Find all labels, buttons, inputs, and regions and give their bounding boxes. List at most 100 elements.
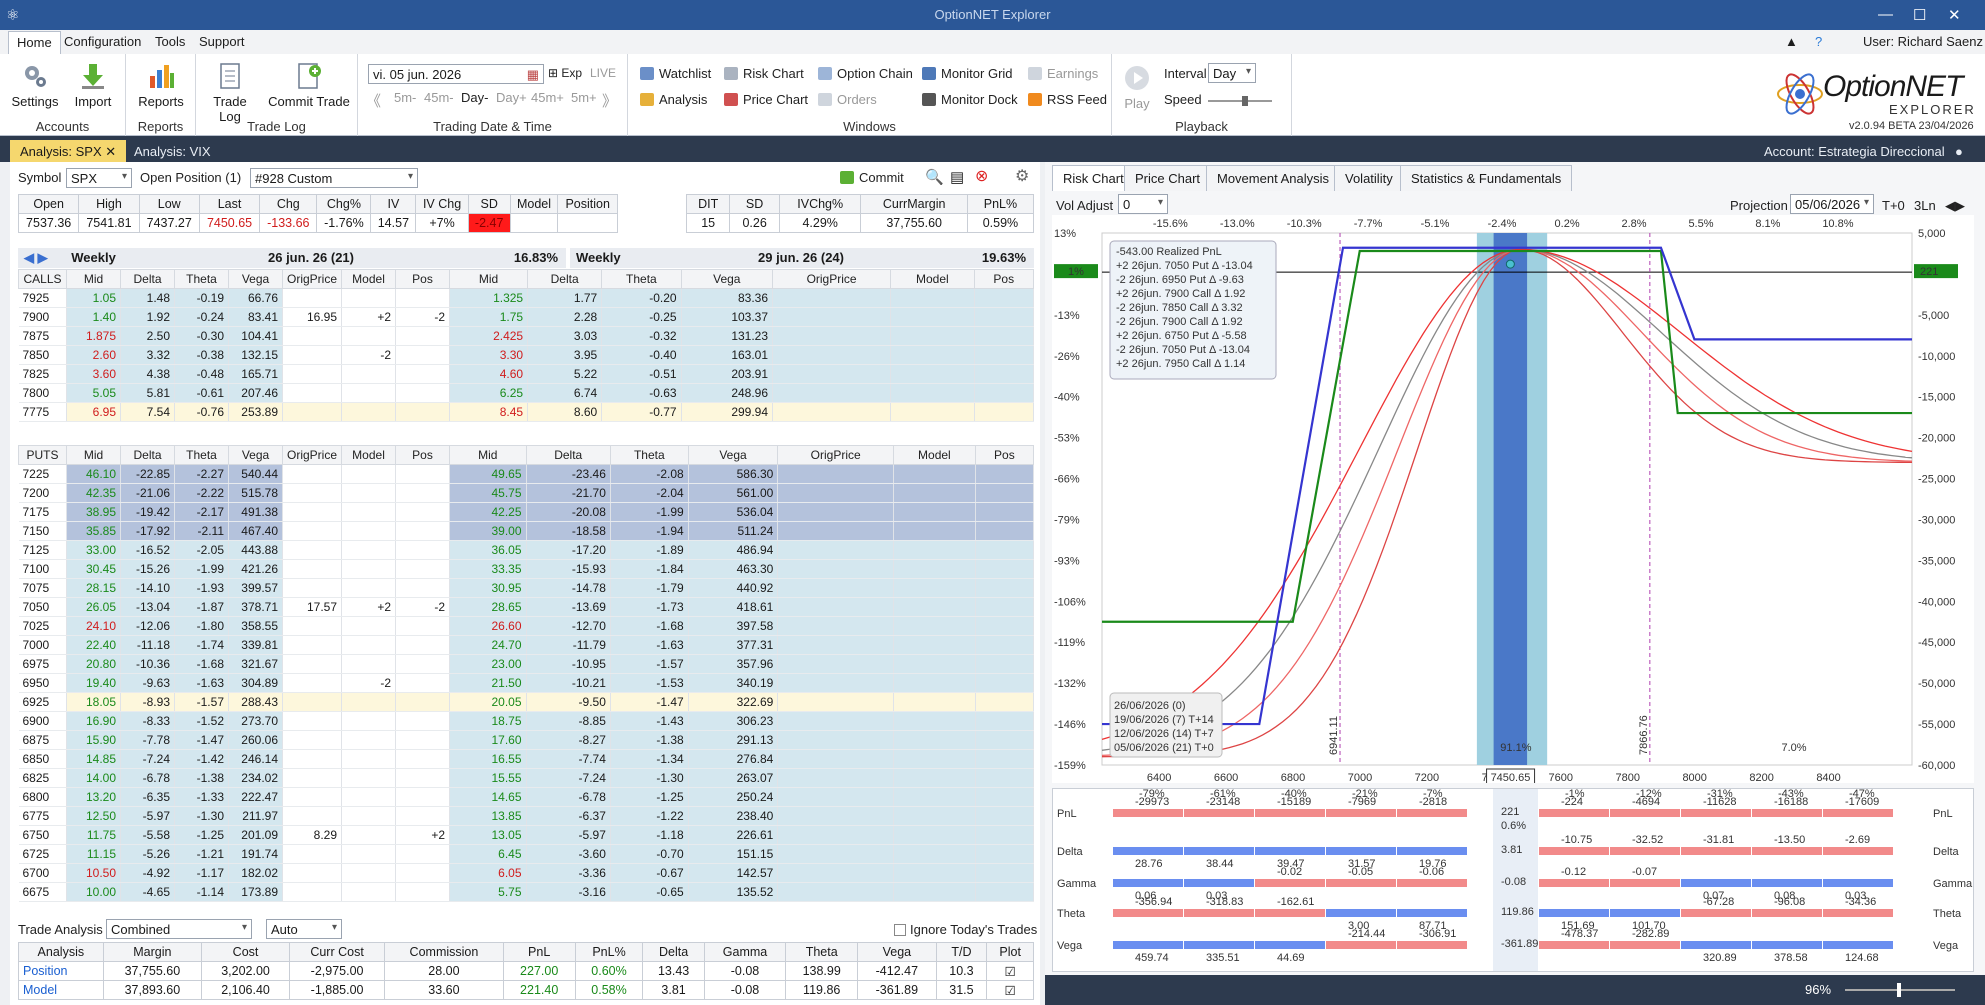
chain-cell: [893, 578, 976, 598]
menu-tab-configuration[interactable]: Configuration: [64, 34, 141, 49]
risk-chart-button[interactable]: Risk Chart: [724, 66, 804, 81]
step-forward-icon[interactable]: 》: [602, 90, 617, 111]
step-minus-45m[interactable]: 45m-: [424, 90, 454, 105]
zoom-thumb[interactable]: [1897, 983, 1901, 997]
step-plus-45m[interactable]: 45m+: [531, 90, 564, 105]
greek-value: -10.75: [1561, 834, 1592, 846]
analysis-mode-select[interactable]: Combined: [106, 919, 252, 939]
interval-select[interactable]: Day: [1208, 63, 1256, 83]
position-select[interactable]: #928 Custom: [250, 168, 418, 188]
symbol-select[interactable]: SPX: [66, 168, 132, 188]
chain-cell: 11.75: [66, 825, 121, 845]
projection-date-input[interactable]: 05/06/2026: [1790, 194, 1874, 214]
step-back-icon[interactable]: 《: [366, 90, 381, 111]
monitor-grid-button[interactable]: Monitor Grid: [922, 66, 1013, 81]
chain-cell: -6.78: [526, 787, 611, 807]
analysis-button[interactable]: Analysis: [640, 92, 707, 107]
vol-adjust-input[interactable]: 0: [1118, 194, 1168, 214]
tab-price-chart[interactable]: Price Chart: [1124, 165, 1212, 191]
rss-feed-button[interactable]: RSS Feed: [1028, 92, 1107, 107]
tab-risk-chart[interactable]: Risk Chart: [1052, 165, 1135, 191]
quote2-header: IVChg%: [778, 194, 862, 214]
step-minus-5m[interactable]: 5m-: [394, 90, 416, 105]
import-button[interactable]: Import: [70, 62, 116, 109]
chain-cell: [777, 502, 895, 522]
orders-button[interactable]: Orders: [818, 92, 877, 107]
watchlist-button[interactable]: Watchlist: [640, 66, 711, 81]
collapse-ribbon-icon[interactable]: ▲: [1785, 34, 1798, 49]
projection-nav-icon[interactable]: ◀▶: [1945, 198, 1965, 214]
tab-movement-analysis[interactable]: Movement Analysis: [1206, 165, 1340, 191]
close-icon[interactable]: ✕: [1948, 6, 1961, 24]
monitor-dock-button[interactable]: Monitor Dock: [922, 92, 1018, 107]
y-right-tick: -60,000: [1918, 760, 1955, 772]
commit-trade-button[interactable]: Commit Trade: [266, 62, 352, 109]
ta-row: Position 37,755.60 3,202.00 -2,975.00 28.00 2…: [18, 961, 1034, 981]
ribbon-group-reports: Reports Reports: [126, 54, 196, 136]
commit-button[interactable]: Commit: [840, 170, 904, 185]
strike-cell: 7225: [18, 464, 67, 484]
greek-bar: [1326, 847, 1396, 855]
trading-date-input[interactable]: vi. 05 jun. 2026 ▦: [368, 64, 544, 84]
chain-cell: [975, 502, 1035, 522]
reports-button[interactable]: Reports: [134, 62, 188, 109]
zoom-icon[interactable]: 🔍: [925, 168, 944, 186]
chain-cell: -3.60: [526, 844, 611, 864]
risk-chart[interactable]: 6941.117866.7664006600680070007200740076…: [1052, 215, 1974, 783]
tab-statistics[interactable]: Statistics & Fundamentals: [1400, 165, 1573, 191]
trade-log-button[interactable]: Trade Log: [202, 62, 258, 124]
chain-cell: -0.25: [601, 307, 682, 327]
earnings-button[interactable]: Earnings: [1028, 66, 1098, 81]
tab-volatility[interactable]: Volatility: [1334, 165, 1404, 191]
speed-slider[interactable]: [1208, 96, 1272, 106]
play-button[interactable]: Play: [1118, 64, 1156, 111]
close-tab-icon[interactable]: ✕: [105, 144, 116, 159]
quote2-value: 4.29%: [778, 213, 862, 233]
legend-item: -2 26jun. 7900 Call Δ 1.92: [1116, 316, 1243, 328]
chain-cell: [893, 711, 976, 731]
step-minus-day[interactable]: Day-: [461, 90, 488, 105]
strike-cell: 7850: [18, 345, 67, 365]
prev-exp-icon[interactable]: ◀ ▶: [24, 250, 48, 265]
tab-analysis-spx[interactable]: Analysis: SPX ✕: [10, 140, 127, 162]
plot-checkbox[interactable]: ☑: [986, 961, 1034, 981]
greek-row-label: Vega: [1057, 940, 1083, 952]
maximize-icon[interactable]: ☐: [1913, 6, 1926, 24]
menu-tab-tools[interactable]: Tools: [155, 34, 185, 49]
price-chart-button[interactable]: Price Chart: [724, 92, 808, 107]
quote-header: Model: [509, 194, 559, 214]
table-row: 7050 26.05 -13.04 -1.87 378.71 17.57 +2 -2 28.65…: [18, 597, 1035, 617]
plot-checkbox[interactable]: ☑: [986, 980, 1034, 1000]
menu-tab-home[interactable]: Home: [8, 31, 61, 55]
step-plus-day[interactable]: Day+: [496, 90, 527, 105]
tab-analysis-vix[interactable]: Analysis: VIX: [124, 140, 221, 162]
quote-header: SD: [467, 194, 511, 214]
minimize-icon[interactable]: —: [1878, 6, 1893, 23]
delete-icon[interactable]: ⊗: [975, 166, 988, 186]
x-tick-label: 6600: [1214, 772, 1238, 783]
greek-bar: [1397, 809, 1467, 817]
options-gear-icon[interactable]: ⚙: [1015, 166, 1029, 186]
option-chain-button[interactable]: Option Chain: [818, 66, 913, 81]
exp-toggle[interactable]: ⊞ Exp: [548, 66, 582, 80]
ignore-today-checkbox[interactable]: Ignore Today's Trades: [894, 922, 1037, 937]
chain-cell: 3.30: [449, 345, 529, 365]
menu-tab-support[interactable]: Support: [199, 34, 245, 49]
x-top-tick-label: 8.1%: [1755, 218, 1780, 230]
chain-cell: [282, 364, 343, 384]
strike-cell: 7900: [18, 307, 67, 327]
chain-cell: -1.93: [174, 578, 229, 598]
chain-cell: 24.10: [66, 616, 121, 636]
grid-icon[interactable]: ▤: [950, 168, 964, 186]
auto-select[interactable]: Auto: [266, 919, 342, 939]
chain-cell: 18.75: [449, 711, 527, 731]
zero-pct-text: 1%: [1068, 266, 1084, 278]
calendar-icon[interactable]: ▦: [527, 67, 539, 83]
help-icon[interactable]: ?: [1815, 34, 1822, 49]
chain-cell: -0.65: [610, 882, 689, 902]
live-button[interactable]: LIVE: [590, 66, 616, 80]
step-plus-5m[interactable]: 5m+: [571, 90, 597, 105]
settings-button[interactable]: Settings: [10, 62, 60, 109]
chain-cell: [395, 578, 451, 598]
chain-cell: -6.35: [120, 787, 175, 807]
